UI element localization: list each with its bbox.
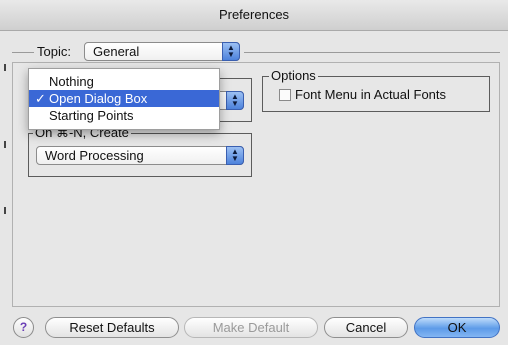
reset-defaults-button[interactable]: Reset Defaults [45, 317, 179, 338]
edge-mark [4, 64, 6, 71]
topic-popup[interactable]: General ▲ ▼ [84, 42, 240, 61]
topic-rule-left [12, 52, 34, 53]
popup-arrows-icon: ▲ ▼ [226, 91, 244, 110]
ok-button[interactable]: OK [414, 317, 500, 338]
make-default-button[interactable]: Make Default [184, 317, 318, 338]
options-label: Options [269, 68, 318, 83]
on-new-popup-value: Word Processing [45, 148, 144, 163]
edge-mark [4, 141, 6, 148]
popup-arrows-icon: ▲ ▼ [226, 146, 244, 165]
checkmark-icon: ✓ [35, 91, 46, 106]
menu-item-open-dialog-box[interactable]: ✓ Open Dialog Box [29, 90, 219, 107]
window-title: Preferences [218, 7, 290, 22]
startup-popup-menu: Nothing ✓ Open Dialog Box Starting Point… [28, 68, 220, 130]
on-new-popup[interactable]: Word Processing ▲ ▼ [36, 146, 244, 165]
menu-item-starting-points[interactable]: Starting Points [29, 107, 219, 124]
window-titlebar: Preferences [0, 0, 508, 31]
menu-item-nothing[interactable]: Nothing [29, 73, 219, 90]
cancel-button[interactable]: Cancel [324, 317, 408, 338]
topic-popup-value: General [93, 44, 140, 59]
font-menu-checkbox[interactable] [279, 89, 291, 101]
menu-item-label: Open Dialog Box [49, 91, 148, 106]
help-button[interactable]: ? [13, 317, 34, 338]
menu-item-label: Starting Points [49, 108, 134, 123]
font-menu-checkbox-label[interactable]: Font Menu in Actual Fonts [295, 87, 446, 102]
topic-label: Topic: [37, 44, 71, 59]
popup-arrows-icon: ▲ ▼ [222, 42, 240, 61]
topic-rule-right [244, 52, 500, 53]
menu-item-label: Nothing [49, 74, 94, 89]
edge-mark [4, 207, 6, 214]
